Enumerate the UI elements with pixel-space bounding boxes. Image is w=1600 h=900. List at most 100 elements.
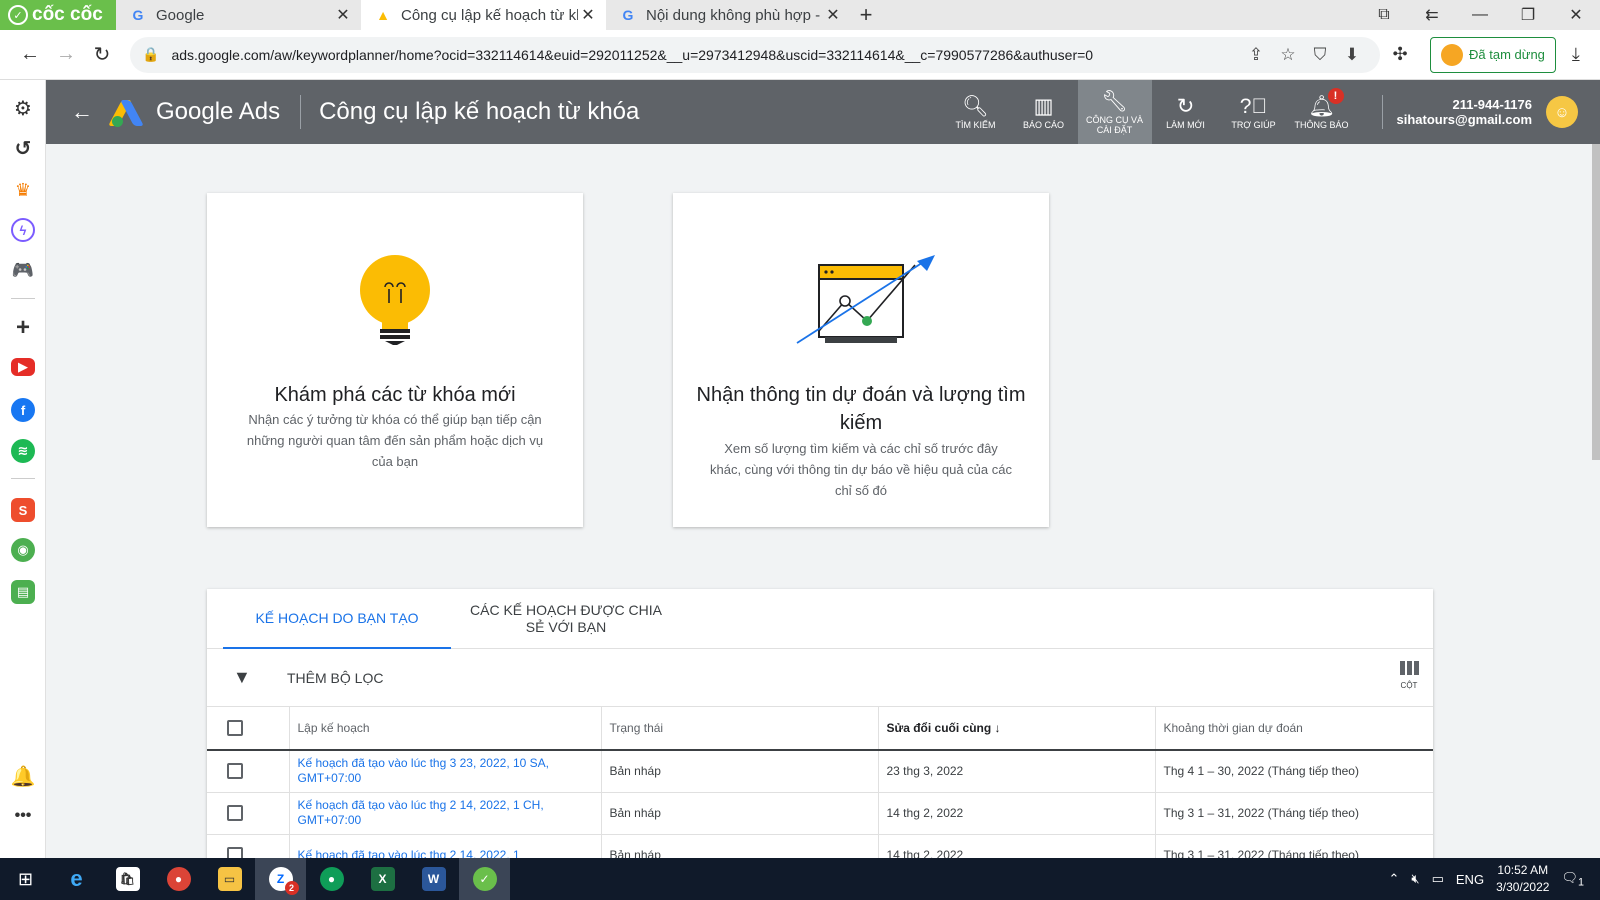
back-icon[interactable]: ←: [12, 43, 48, 66]
page-scrollbar[interactable]: [1592, 144, 1600, 460]
word-icon[interactable]: W: [408, 858, 459, 900]
browser-tab-strip: ✓ cốc cốc G Google ✕ ▲ Công cụ lập kế ho…: [0, 0, 1600, 30]
youtube-icon[interactable]: ▶: [11, 358, 35, 376]
profile-paused-button[interactable]: Đã tạm dừng: [1430, 36, 1556, 73]
browser-tab-content-policy[interactable]: G Nội dung không phù hợp - G ✕: [606, 0, 851, 30]
chrome-profile-icon[interactable]: ●: [306, 858, 357, 900]
crown-icon[interactable]: ♛: [11, 178, 35, 202]
notification-bell-icon[interactable]: 🔔: [11, 764, 36, 788]
plan-modified: 14 thg 2, 2022: [877, 834, 1155, 858]
col-forecast-period[interactable]: Khoảng thời gian dự đoán: [1154, 707, 1433, 751]
search-action-button[interactable]: 🔍︎ TÌM KIẾM: [942, 80, 1010, 144]
bookmark-star-icon[interactable]: ☆: [1272, 45, 1304, 65]
columns-button[interactable]: CỘT: [1397, 661, 1421, 690]
row-checkbox[interactable]: [227, 805, 243, 821]
chevron-up-icon[interactable]: ⌃: [1388, 871, 1399, 887]
minimize-icon[interactable]: —: [1456, 6, 1504, 24]
extensions-puzzle-icon[interactable]: ✣: [1380, 44, 1420, 65]
restore-icon[interactable]: ❐: [1504, 5, 1552, 25]
secure-lock-icon[interactable]: 🔒: [142, 46, 159, 63]
close-tab-icon[interactable]: ✕: [823, 5, 843, 25]
sheet-icon[interactable]: ▤: [11, 580, 35, 604]
action-label: BÁO CÁO: [1023, 120, 1065, 130]
row-checkbox[interactable]: [227, 847, 243, 858]
report-icon: ▥: [1033, 95, 1054, 118]
plan-link[interactable]: Kế hoạch đã tạo vào lúc thg 3 23, 2022, …: [288, 750, 601, 793]
start-windows-icon[interactable]: ⊞: [0, 858, 51, 900]
browser-tab-keyword-planner[interactable]: ▲ Công cụ lập kế hoạch từ khóa ✕: [361, 0, 606, 30]
add-filter-button[interactable]: THÊM BỘ LỌC: [287, 670, 383, 686]
share-icon[interactable]: ⇪: [1240, 45, 1272, 65]
shield-extension-icon[interactable]: ⛉: [1304, 45, 1336, 65]
history-icon[interactable]: ↺: [11, 136, 35, 160]
notification-count: 1: [1577, 876, 1584, 889]
account-info[interactable]: 211-944-1176 sihatours@gmail.com: [1381, 95, 1532, 129]
action-label: THÔNG BÁO: [1294, 120, 1349, 130]
refresh-action-button[interactable]: ↻ LÀM MỚI: [1152, 80, 1220, 144]
add-icon[interactable]: +: [11, 314, 35, 341]
notifications-action-button[interactable]: 🔔︎ ! THÔNG BÁO: [1288, 80, 1356, 144]
select-all-checkbox[interactable]: [227, 720, 243, 736]
col-plan[interactable]: Lập kế hoạch: [288, 707, 601, 751]
forecasts-card[interactable]: Nhận thông tin dự đoán và lượng tìm kiếm…: [673, 193, 1049, 527]
plan-link[interactable]: Kế hoạch đã tạo vào lúc thg 2 14, 2022, …: [288, 792, 601, 835]
help-action-button[interactable]: ?⃝ TRỢ GIÚP: [1220, 80, 1288, 144]
product-name[interactable]: Google Ads: [156, 98, 280, 126]
sidebar-toggle-icon[interactable]: ⇇: [1408, 5, 1456, 25]
address-bar[interactable]: 🔒 ads.google.com/aw/keywordplanner/home?…: [130, 36, 1380, 73]
screenshot-icon[interactable]: ⧉: [1360, 6, 1408, 24]
chrome-icon[interactable]: ●: [153, 858, 204, 900]
reload-icon[interactable]: ↻: [84, 42, 120, 67]
language-indicator[interactable]: ENG: [1456, 872, 1484, 887]
more-icon[interactable]: •••: [11, 804, 35, 828]
main-content: Khám phá các từ khóa mới Nhận các ý tưởn…: [46, 144, 1600, 858]
spotify-icon[interactable]: ≋: [11, 439, 35, 463]
battery-icon[interactable]: ▭: [1432, 871, 1444, 887]
tools-settings-action-button[interactable]: 🔧︎ CÔNG CỤ VÀ CÀI ĐẶT: [1077, 80, 1152, 144]
discover-keywords-card[interactable]: Khám phá các từ khóa mới Nhận các ý tưởn…: [207, 193, 583, 527]
col-status[interactable]: Trạng thái: [600, 707, 878, 751]
game-controller-icon[interactable]: 🎮: [11, 258, 35, 282]
action-center-icon[interactable]: 🗨︎1: [1561, 870, 1584, 889]
clock[interactable]: 10:52 AM 3/30/2022: [1496, 862, 1549, 896]
close-tab-icon[interactable]: ✕: [578, 5, 598, 25]
sidebar-divider: [11, 478, 35, 479]
sidebar-divider: [11, 298, 35, 299]
plans-tabs: KẾ HOẠCH DO BẠN TẠO CÁC KẾ HOẠCH ĐƯỢC CH…: [207, 589, 1433, 649]
row-checkbox[interactable]: [227, 763, 243, 780]
col-last-modified[interactable]: Sửa đổi cuối cùng ↓: [877, 707, 1155, 751]
volume-muted-icon[interactable]: 🔇︎: [1411, 871, 1419, 887]
zalo-icon[interactable]: Z2: [255, 858, 306, 900]
account-avatar[interactable]: ☺: [1546, 96, 1578, 128]
browser-tab-google[interactable]: G Google ✕: [116, 0, 361, 30]
reports-action-button[interactable]: ▥ BÁO CÁO: [1010, 80, 1078, 144]
tab-my-plans[interactable]: KẾ HOẠCH DO BẠN TẠO: [223, 589, 451, 649]
tab-title: Nội dung không phù hợp - G: [646, 6, 823, 24]
shopee-icon[interactable]: S: [11, 498, 35, 522]
url-text[interactable]: ads.google.com/aw/keywordplanner/home?oc…: [171, 47, 1240, 63]
settings-gear-icon[interactable]: ⚙: [11, 96, 35, 120]
google-ads-logo-icon[interactable]: [108, 98, 144, 127]
download-arrow-icon[interactable]: ⬇: [1336, 45, 1368, 65]
excel-icon[interactable]: X: [357, 858, 408, 900]
close-tab-icon[interactable]: ✕: [333, 5, 353, 25]
close-window-icon[interactable]: ✕: [1552, 5, 1600, 25]
coccoc-map-icon[interactable]: ◉: [11, 538, 35, 562]
card-description: Xem số lượng tìm kiếm và các chỉ số trướ…: [710, 441, 1012, 498]
forward-icon[interactable]: →: [48, 43, 84, 66]
coccoc-taskbar-icon[interactable]: ✓: [459, 858, 510, 900]
downloads-icon[interactable]: ⤓: [1556, 44, 1596, 65]
browser-brand[interactable]: ✓ cốc cốc: [0, 0, 116, 30]
file-explorer-icon[interactable]: ▭: [204, 858, 255, 900]
store-icon[interactable]: 🛍: [102, 858, 153, 900]
back-arrow-icon[interactable]: ←: [52, 99, 112, 125]
plan-link[interactable]: Kế hoạch đã tạo vào lúc thg 2 14, 2022, …: [288, 834, 601, 858]
new-tab-button[interactable]: +: [851, 0, 881, 30]
messenger-icon[interactable]: ϟ: [11, 218, 35, 242]
google-favicon-icon: G: [622, 7, 634, 23]
filter-icon[interactable]: ▼: [233, 667, 261, 688]
facebook-icon[interactable]: f: [11, 398, 35, 422]
edge-icon[interactable]: e: [51, 858, 102, 900]
account-id: 211-944-1176: [1452, 97, 1532, 112]
tab-shared-plans[interactable]: CÁC KẾ HOẠCH ĐƯỢC CHIA SẺ VỚI BẠN: [451, 589, 681, 648]
